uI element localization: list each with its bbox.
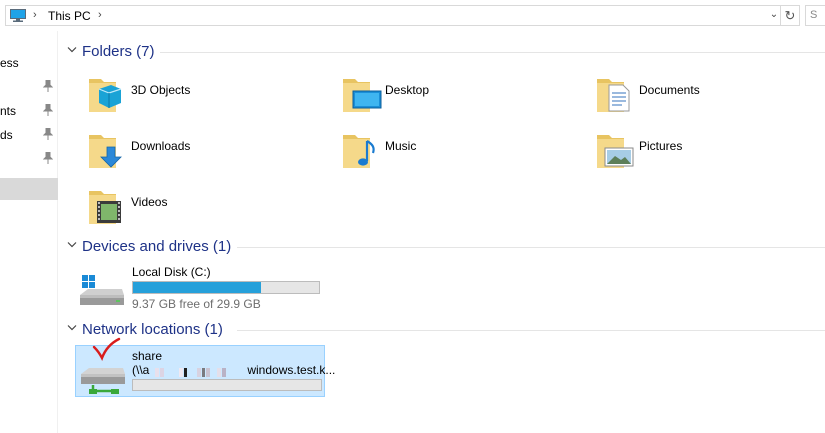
nav-item-quick-access[interactable]: ess [0, 53, 58, 73]
drive-usage-bar [132, 281, 320, 294]
group-title: Devices and drives (1) [82, 238, 232, 255]
refresh-button[interactable]: ↻ [780, 5, 800, 26]
folder-name: Videos [131, 195, 168, 209]
folder-name: 3D Objects [131, 83, 191, 97]
desktop-folder-icon [343, 79, 382, 112]
group-divider [160, 52, 825, 53]
downloads-folder-icon [89, 135, 122, 168]
this-pc-icon [10, 9, 26, 22]
folder-name: Music [385, 139, 417, 153]
redacted-text [149, 365, 247, 378]
content-pane: Folders (7) 3D Objects Desktop Documents… [59, 31, 825, 433]
chevron-down-icon[interactable] [67, 324, 77, 332]
documents-folder-icon [597, 79, 630, 112]
videos-folder-icon [89, 191, 121, 224]
drive-name: Local Disk (C:) [132, 265, 211, 279]
group-header-network[interactable]: Network locations (1) [65, 320, 825, 340]
nav-item-this-pc-selected[interactable] [0, 178, 58, 200]
search-input[interactable]: S [805, 5, 825, 26]
folder-tile-downloads[interactable]: Downloads [85, 127, 325, 181]
pin-icon[interactable] [43, 80, 53, 92]
network-usage-bar [132, 379, 322, 391]
address-bar-row: › This PC › ⌄ ↻ S [0, 0, 825, 31]
network-location-name: share [132, 349, 163, 363]
nav-item-pinned[interactable] [0, 77, 58, 97]
folder-tile-3d-objects[interactable]: 3D Objects [85, 71, 325, 125]
folder-tile-desktop[interactable]: Desktop [339, 71, 579, 125]
pin-icon[interactable] [43, 128, 53, 140]
nav-item-pinned[interactable] [0, 149, 58, 169]
breadcrumb-separator-icon[interactable]: › [33, 9, 37, 21]
nav-item-label: nts [0, 104, 17, 118]
breadcrumb-this-pc[interactable]: This PC [48, 9, 91, 23]
hard-drive-windows-icon [80, 275, 124, 305]
chevron-down-icon[interactable]: ⌄ [768, 9, 780, 23]
pin-icon[interactable] [43, 152, 53, 164]
folder-tile-videos[interactable]: Videos [85, 183, 325, 237]
nav-item-label: ess [0, 56, 19, 70]
group-header-folders[interactable]: Folders (7) [65, 42, 825, 62]
folder-name: Pictures [639, 139, 683, 153]
group-header-devices[interactable]: Devices and drives (1) [65, 237, 825, 257]
address-bar[interactable]: › This PC › ⌄ [5, 5, 781, 26]
folder-tile-pictures[interactable]: Pictures [593, 127, 825, 181]
folder-name: Downloads [131, 139, 191, 153]
drive-usage-fill [133, 282, 261, 293]
nav-item-label: ds [0, 128, 13, 142]
nav-item-downloads[interactable]: ds [0, 125, 58, 145]
chevron-down-icon[interactable] [67, 46, 77, 54]
network-path-suffix: windows.test.k... [247, 363, 336, 377]
drive-tile-local-disk[interactable]: Local Disk (C:) 9.37 GB free of 29.9 GB [78, 261, 334, 317]
pin-icon[interactable] [43, 104, 53, 116]
checkmark-annotation-icon [92, 337, 121, 361]
music-folder-icon [343, 135, 375, 168]
3d-objects-folder-icon [89, 79, 122, 112]
network-location-path: (\\a windows.test.k... [132, 363, 336, 378]
folder-name: Desktop [385, 83, 430, 97]
search-placeholder: S [810, 9, 818, 21]
group-divider [237, 247, 825, 248]
folder-tile-music[interactable]: Music [339, 127, 579, 181]
network-path-prefix: (\\a [132, 363, 150, 377]
navigation-pane: ess nts ds [0, 31, 58, 433]
group-title: Folders (7) [82, 43, 155, 60]
breadcrumb-separator-icon[interactable]: › [98, 9, 102, 21]
folder-name: Documents [639, 83, 700, 97]
folder-tile-documents[interactable]: Documents [593, 71, 825, 125]
group-divider [237, 330, 825, 331]
chevron-down-icon[interactable] [67, 241, 77, 249]
nav-item-documents[interactable]: nts [0, 101, 58, 121]
drive-free-space: 9.37 GB free of 29.9 GB [132, 297, 261, 311]
pictures-folder-icon [597, 135, 634, 168]
